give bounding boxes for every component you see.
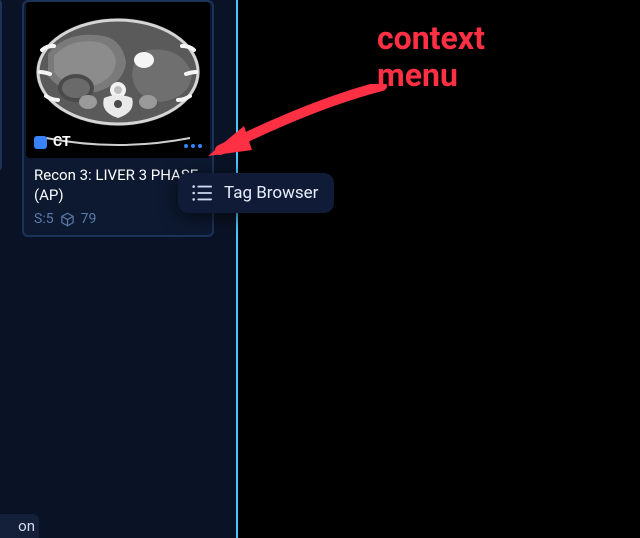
stack-icon <box>60 212 75 227</box>
modality-row: CT <box>34 134 71 150</box>
more-dots-icon <box>198 144 202 148</box>
more-dots-icon <box>184 144 188 148</box>
series-sidebar: CT Recon 3: LIVER 3 PHASE (AP) S:5 79 on <box>0 0 238 538</box>
context-menu-item-tag-browser[interactable]: Tag Browser <box>224 183 318 203</box>
annotation-label: context menu <box>377 20 485 94</box>
series-number-label: S:5 <box>34 211 54 227</box>
series-thumbnail[interactable]: CT <box>26 2 210 158</box>
more-dots-icon <box>191 144 195 148</box>
bottom-stub: on <box>0 514 39 538</box>
series-more-button[interactable] <box>182 142 204 150</box>
modality-label: CT <box>53 134 71 150</box>
annotation-line2: menu <box>377 57 485 94</box>
adjacent-series-card[interactable] <box>0 0 2 172</box>
annotation-line1: context <box>377 20 485 57</box>
tag-browser-icon <box>190 183 212 203</box>
context-menu: Tag Browser <box>178 173 334 213</box>
instance-count: 79 <box>81 211 97 227</box>
modality-color-badge <box>34 136 47 149</box>
